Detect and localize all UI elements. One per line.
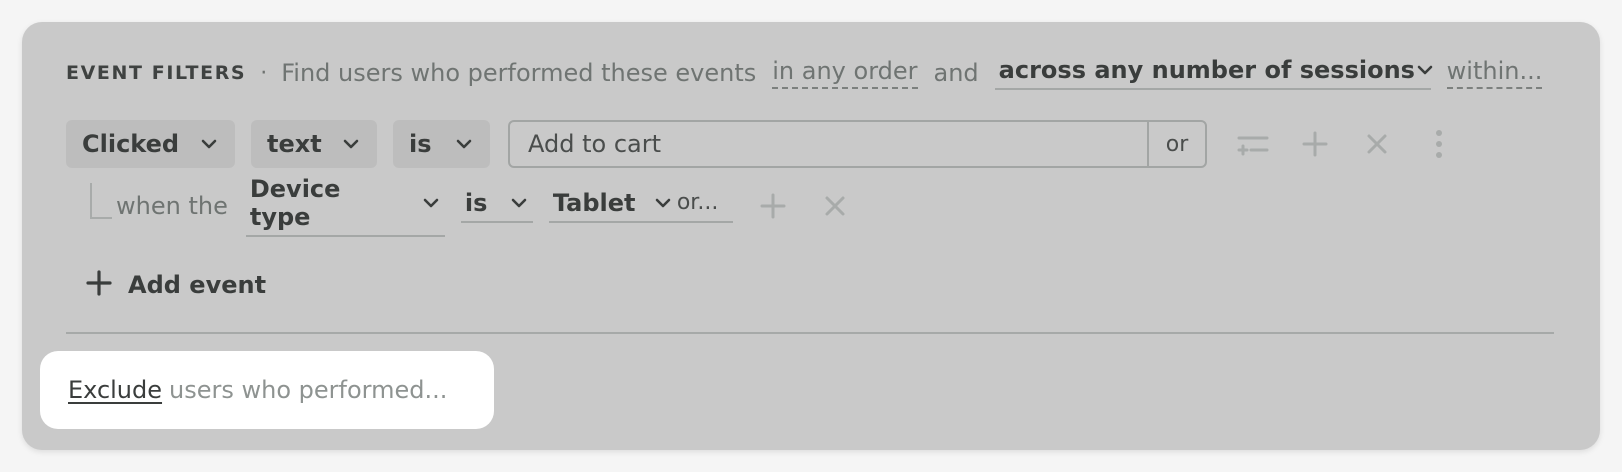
add-event-label: Add event bbox=[128, 271, 267, 299]
chevron-down-icon bbox=[653, 193, 673, 213]
condition-value-select[interactable]: Tablet bbox=[548, 189, 677, 223]
event-value-box: or bbox=[508, 120, 1207, 168]
section-description: Find users who performed these events bbox=[281, 59, 757, 87]
event-action-label: Clicked bbox=[82, 130, 180, 158]
event-filters-header: EVENT FILTERS · Find users who performed… bbox=[66, 53, 1543, 93]
within-link[interactable]: within... bbox=[1446, 57, 1543, 89]
title-separator: · bbox=[260, 60, 268, 86]
section-title: EVENT FILTERS bbox=[66, 62, 247, 84]
event-operator-label: is bbox=[409, 130, 432, 158]
condition-value-label: Tablet bbox=[552, 189, 636, 217]
chevron-down-icon bbox=[341, 134, 361, 154]
event-property-label: text bbox=[267, 130, 322, 158]
add-icon[interactable] bbox=[753, 186, 793, 226]
condition-property-select[interactable]: Device type bbox=[245, 175, 445, 237]
or-button[interactable]: or bbox=[1147, 122, 1205, 166]
event-row: Clicked text is or bbox=[66, 119, 1459, 169]
exclude-link[interactable]: Exclude bbox=[68, 376, 162, 404]
plus-icon bbox=[86, 270, 112, 300]
chevron-down-icon bbox=[454, 134, 474, 154]
filter-toggle-icon[interactable] bbox=[1233, 124, 1273, 164]
condition-connector bbox=[90, 183, 112, 219]
event-value-input[interactable] bbox=[510, 122, 1147, 166]
condition-row: when the Device type is Tablet or... bbox=[90, 175, 855, 237]
condition-property-label: Device type bbox=[249, 175, 341, 231]
more-vertical-icon[interactable] bbox=[1419, 124, 1459, 164]
sessions-select[interactable]: across any number of sessions bbox=[994, 56, 1433, 90]
chevron-down-icon bbox=[421, 193, 441, 213]
add-event-button[interactable]: Add event bbox=[86, 270, 266, 300]
condition-operator-label: is bbox=[464, 189, 488, 217]
chevron-down-icon bbox=[1415, 60, 1435, 80]
condition-prefix: when the bbox=[116, 192, 228, 220]
remove-icon[interactable] bbox=[815, 186, 855, 226]
chevron-down-icon bbox=[509, 193, 529, 213]
sessions-select-label: across any number of sessions bbox=[998, 56, 1415, 84]
exclude-description: users who performed... bbox=[169, 376, 448, 404]
event-property-select[interactable]: text bbox=[251, 120, 377, 168]
event-action-select[interactable]: Clicked bbox=[66, 120, 235, 168]
remove-icon[interactable] bbox=[1357, 124, 1397, 164]
order-link[interactable]: in any order bbox=[772, 57, 918, 89]
condition-operator-select[interactable]: is bbox=[460, 189, 533, 223]
section-divider bbox=[66, 332, 1554, 334]
chevron-down-icon bbox=[199, 134, 219, 154]
conjunction-text: and bbox=[933, 59, 979, 87]
add-icon[interactable] bbox=[1295, 124, 1335, 164]
condition-or-more[interactable]: or... bbox=[676, 190, 733, 223]
exclude-card: Exclude users who performed... bbox=[40, 351, 494, 429]
event-operator-select[interactable]: is bbox=[393, 120, 490, 168]
